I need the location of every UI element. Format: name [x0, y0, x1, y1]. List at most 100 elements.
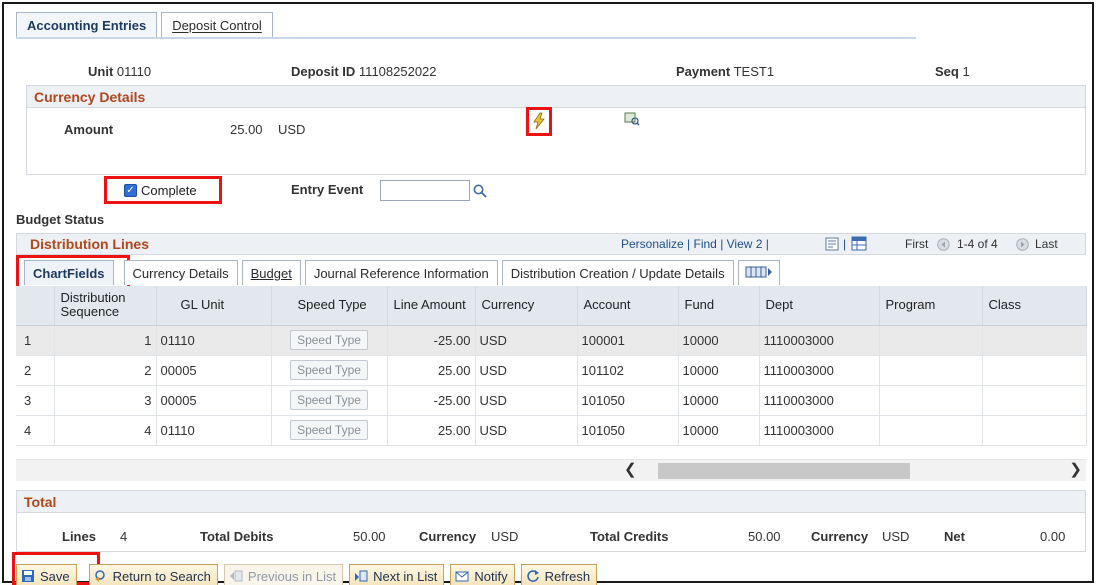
speed-type-cell: Speed Type [271, 355, 388, 386]
payment-label: Payment [676, 64, 731, 79]
tab-budget[interactable]: Budget [241, 260, 301, 285]
amount-currency: USD [278, 122, 306, 137]
distribution-sequence: 3 [54, 385, 157, 416]
col-header-speed-type[interactable]: Speed Type [271, 286, 388, 326]
fund: 10000 [678, 385, 760, 416]
gl-unit: 01110 [156, 325, 272, 356]
speed-type-cell: Speed Type [271, 415, 388, 446]
col-header-line-amount[interactable]: Line Amount [387, 286, 476, 326]
seq-label: Seq [935, 64, 959, 79]
tab-journal-reference[interactable]: Journal Reference Information [304, 260, 498, 285]
return-to-search-icon [94, 570, 105, 582]
next-in-list-icon [355, 570, 368, 582]
tabs-divider [16, 37, 916, 39]
complete-checkbox[interactable]: ✓ [124, 184, 137, 197]
table-row: 2 2 00005 Speed Type 25.00 USD 101102 10… [16, 355, 1087, 386]
previous-in-list-button[interactable]: Previous in List [223, 564, 344, 585]
payment-info: Payment TEST1 [676, 64, 774, 79]
total-debits-label: Total Debits [200, 529, 274, 544]
return-to-search-button[interactable]: Return to Search [88, 564, 218, 585]
seq-value: 1 [962, 64, 970, 79]
speed-type-button[interactable]: Speed Type [290, 330, 368, 350]
total-title: Total [17, 491, 1085, 513]
search-icon[interactable] [473, 184, 487, 198]
seq-info: Seq 1 [935, 64, 970, 79]
speed-type-cell: Speed Type [271, 385, 388, 416]
speed-type-button[interactable]: Speed Type [290, 390, 368, 410]
deposit-id-label: Deposit ID [291, 64, 356, 79]
tab-deposit-control[interactable]: Deposit Control [161, 12, 273, 38]
class [982, 385, 1087, 416]
distribution-tabs: ChartFields Currency Details Budget Jour… [16, 260, 784, 286]
previous-in-list-icon [229, 570, 243, 582]
unit-value: 01110 [116, 64, 152, 79]
separator: | [843, 237, 847, 251]
col-header-class[interactable]: Class [982, 286, 1087, 326]
next-in-list-button[interactable]: Next in List [349, 564, 445, 585]
fund: 10000 [678, 325, 760, 356]
download-excel-icon[interactable] [851, 236, 867, 251]
distribution-sequence: 2 [54, 355, 157, 386]
dept: 1110003000 [759, 385, 880, 416]
table-row: 4 4 01110 Speed Type 25.00 USD 101050 10… [16, 415, 1087, 446]
total-group: Total [16, 490, 1086, 552]
zoom-grid-icon[interactable] [825, 237, 839, 251]
unit-info: Unit 01110 [88, 64, 151, 79]
col-header-fund[interactable]: Fund [678, 286, 760, 326]
distribution-grid: Distribution Sequence GL Unit Speed Type… [16, 286, 1087, 446]
tab-accounting-entries[interactable]: Accounting Entries [16, 12, 158, 38]
total-debits-value: 50.00 [353, 529, 386, 544]
next-row-icon[interactable] [1016, 238, 1029, 251]
class [982, 325, 1087, 356]
net-label: Net [944, 529, 965, 544]
lines-label: Lines [62, 529, 96, 544]
notify-icon [455, 571, 469, 582]
lines-value: 4 [120, 529, 128, 544]
tab-distribution-creation[interactable]: Distribution Creation / Update Details [501, 260, 734, 285]
find-link[interactable]: Find [694, 237, 717, 251]
payment-value: TEST1 [733, 64, 775, 79]
first-link[interactable]: First [905, 237, 928, 251]
table-row: 3 3 00005 Speed Type -25.00 USD 101050 1… [16, 385, 1087, 416]
notify-button[interactable]: Notify [450, 564, 515, 585]
return-to-search-label: Return to Search [112, 568, 211, 584]
col-header-account[interactable]: Account [577, 286, 679, 326]
currency-label: Currency [419, 529, 477, 544]
deposit-id-info: Deposit ID 11108252022 [291, 64, 437, 79]
notify-label: Notify [474, 568, 508, 584]
speed-type-button[interactable]: Speed Type [290, 420, 368, 440]
col-header-gl-unit[interactable]: GL Unit [156, 286, 272, 326]
last-link[interactable]: Last [1035, 237, 1058, 251]
scrollbar-thumb[interactable] [658, 463, 910, 479]
dept: 1110003000 [759, 355, 880, 386]
col-header-distribution-sequence[interactable]: Distribution Sequence [54, 286, 157, 326]
scroll-right-icon[interactable]: ❯ [1069, 460, 1082, 478]
previous-row-icon[interactable] [937, 238, 950, 251]
detail-lookup-icon[interactable] [624, 112, 640, 126]
page-tabs: Accounting Entries Deposit Control [16, 12, 277, 38]
account: 101102 [577, 355, 679, 386]
col-header-program[interactable]: Program [879, 286, 983, 326]
separator: | [765, 237, 769, 251]
page-toolbar: Save Return to Search Previous in List N… [16, 564, 603, 585]
line-amount: 25.00 [387, 355, 476, 386]
speed-type-button[interactable]: Speed Type [290, 360, 368, 380]
entry-event-input[interactable] [380, 180, 470, 201]
scroll-left-icon[interactable]: ❮ [624, 460, 637, 478]
view2-link[interactable]: View 2 [727, 237, 763, 251]
tab-chartfields[interactable]: ChartFields [24, 260, 114, 285]
currency2-label: Currency [811, 529, 869, 544]
currency: USD [475, 385, 578, 416]
col-header-dept[interactable]: Dept [759, 286, 880, 326]
entry-event-label: Entry Event [291, 182, 364, 197]
col-header-currency[interactable]: Currency [475, 286, 578, 326]
lightning-icon[interactable] [532, 112, 546, 130]
refresh-button[interactable]: Refresh [520, 564, 598, 585]
save-button[interactable]: Save [16, 564, 77, 585]
currency: USD [475, 415, 578, 446]
horizontal-scrollbar[interactable]: ❮ ❯ [16, 459, 1086, 481]
show-all-columns-tab[interactable] [737, 260, 780, 285]
personalize-link[interactable]: Personalize [621, 237, 684, 251]
gl-unit: 00005 [156, 355, 272, 386]
tab-currency-details[interactable]: Currency Details [123, 260, 238, 285]
